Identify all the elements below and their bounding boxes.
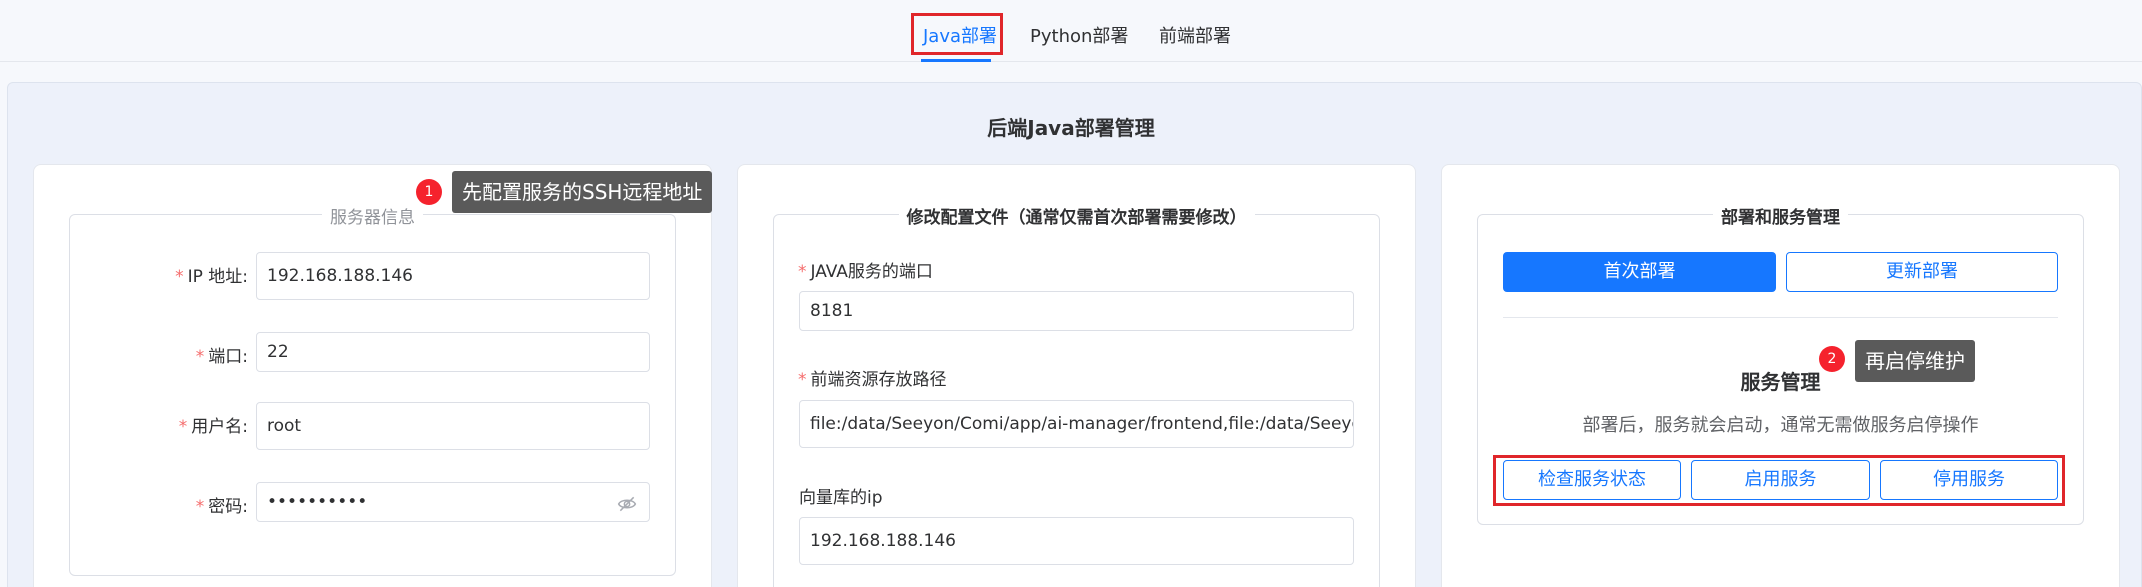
vector-db-ip-label: 向量库的ip xyxy=(799,488,883,508)
frontend-path-label: * 前端资源存放路径 xyxy=(798,370,947,390)
password-input[interactable]: •••••••••• xyxy=(256,482,650,522)
ip-label: * IP 地址: xyxy=(175,267,248,287)
eye-off-icon[interactable] xyxy=(617,494,637,514)
service-title: 服务管理 xyxy=(1740,370,1821,394)
password-value: •••••••••• xyxy=(267,492,368,512)
username-input[interactable]: root xyxy=(256,402,650,450)
first-deploy-button[interactable]: 首次部署 xyxy=(1503,252,1776,292)
config-legend: 修改配置文件（通常仅需首次部署需要修改） xyxy=(774,203,1379,228)
service-description: 部署后，服务就会启动，通常无需做服务启停操作 xyxy=(1582,415,1979,436)
service-buttons-highlight-box xyxy=(1493,455,2065,506)
java-port-label: * JAVA服务的端口 xyxy=(798,262,933,282)
update-deploy-button[interactable]: 更新部署 xyxy=(1786,252,2058,292)
ip-input[interactable]: 192.168.188.146 xyxy=(256,252,650,300)
page-title: 后端Java部署管理 xyxy=(987,116,1155,140)
tab-python-deploy[interactable]: Python部署 xyxy=(1030,22,1128,48)
password-label: * 密码: xyxy=(195,497,248,517)
tab-frontend-deploy[interactable]: 前端部署 xyxy=(1159,22,1231,48)
annotation-tip-2: 再启停维护 xyxy=(1855,340,1975,382)
annotation-badge-2: 2 xyxy=(1819,346,1845,372)
username-label: * 用户名: xyxy=(178,417,248,437)
java-port-input[interactable]: 8181 xyxy=(799,291,1354,331)
active-tab-indicator xyxy=(921,59,991,62)
annotation-tip-1: 先配置服务的SSH远程地址 xyxy=(452,171,713,213)
vector-db-ip-input[interactable]: 192.168.188.146 xyxy=(799,517,1354,565)
port-label: * 端口: xyxy=(195,347,248,367)
frontend-path-input[interactable]: file:/data/Seeyon/Comi/app/ai-manager/fr… xyxy=(799,400,1354,448)
tab-highlight-box xyxy=(911,13,1003,55)
deploy-legend: 部署和服务管理 xyxy=(1478,203,2083,228)
annotation-badge-1: 1 xyxy=(416,179,442,205)
deploy-divider xyxy=(1503,317,2058,318)
port-input[interactable]: 22 xyxy=(256,332,650,372)
